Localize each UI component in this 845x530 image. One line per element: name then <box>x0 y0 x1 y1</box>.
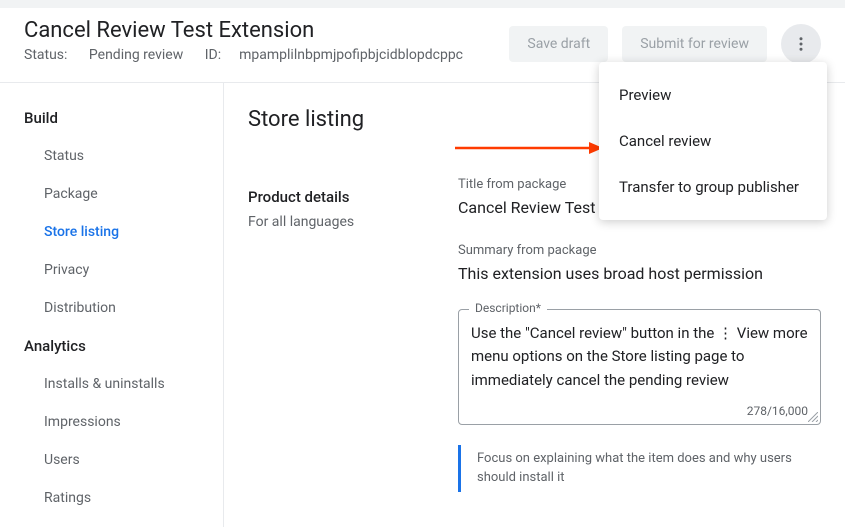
status-value: Pending review <box>89 47 183 63</box>
menu-item-cancel-review[interactable]: Cancel review <box>599 118 827 164</box>
section-heading: Store listing <box>248 107 434 132</box>
sidebar-section-analytics: Analytics <box>0 327 223 365</box>
sidebar-item-privacy[interactable]: Privacy <box>0 251 223 289</box>
summary-value: This extension uses broad host permissio… <box>458 264 821 283</box>
summary-label: Summary from package <box>458 243 821 258</box>
char-count: 278/16,000 <box>747 404 808 418</box>
for-all-languages-note: For all languages <box>248 214 434 230</box>
sidebar-item-ratings[interactable]: Ratings <box>0 479 223 517</box>
sidebar-item-distribution[interactable]: Distribution <box>0 289 223 327</box>
page-title: Cancel Review Test Extension <box>24 18 481 43</box>
resize-handle-icon <box>808 412 818 422</box>
sidebar-item-package[interactable]: Package <box>0 175 223 213</box>
sidebar-item-store-listing[interactable]: Store listing <box>0 213 223 251</box>
save-draft-button[interactable]: Save draft <box>509 26 608 62</box>
sidebar: Build Status Package Store listing Priva… <box>0 83 224 527</box>
sidebar-item-status[interactable]: Status <box>0 137 223 175</box>
sidebar-item-impressions[interactable]: Impressions <box>0 403 223 441</box>
description-field-wrapper: Description* 278/16,000 <box>458 309 821 425</box>
submit-for-review-button[interactable]: Submit for review <box>622 26 767 62</box>
description-label: Description* <box>469 301 547 315</box>
description-hint: Focus on explaining what the item does a… <box>458 445 821 492</box>
sidebar-item-installs[interactable]: Installs & uninstalls <box>0 365 223 403</box>
header-meta: Status: Pending review ID: mpamplilnbpmjp… <box>24 47 481 63</box>
menu-item-transfer[interactable]: Transfer to group publisher <box>599 164 827 210</box>
id-value: mpamplilnbpmjpofipbjcidblopdcppc <box>239 47 463 63</box>
menu-item-preview[interactable]: Preview <box>599 72 827 118</box>
description-textarea[interactable] <box>471 322 808 392</box>
id-label: ID: <box>205 47 221 63</box>
more-options-button[interactable] <box>781 24 821 64</box>
more-options-menu: Preview Cancel review Transfer to group … <box>599 62 827 220</box>
product-details-heading: Product details <box>248 188 434 206</box>
vertical-dots-icon <box>792 35 810 53</box>
sidebar-section-build: Build <box>0 99 223 137</box>
sidebar-item-users[interactable]: Users <box>0 441 223 479</box>
status-label: Status: <box>24 47 67 63</box>
